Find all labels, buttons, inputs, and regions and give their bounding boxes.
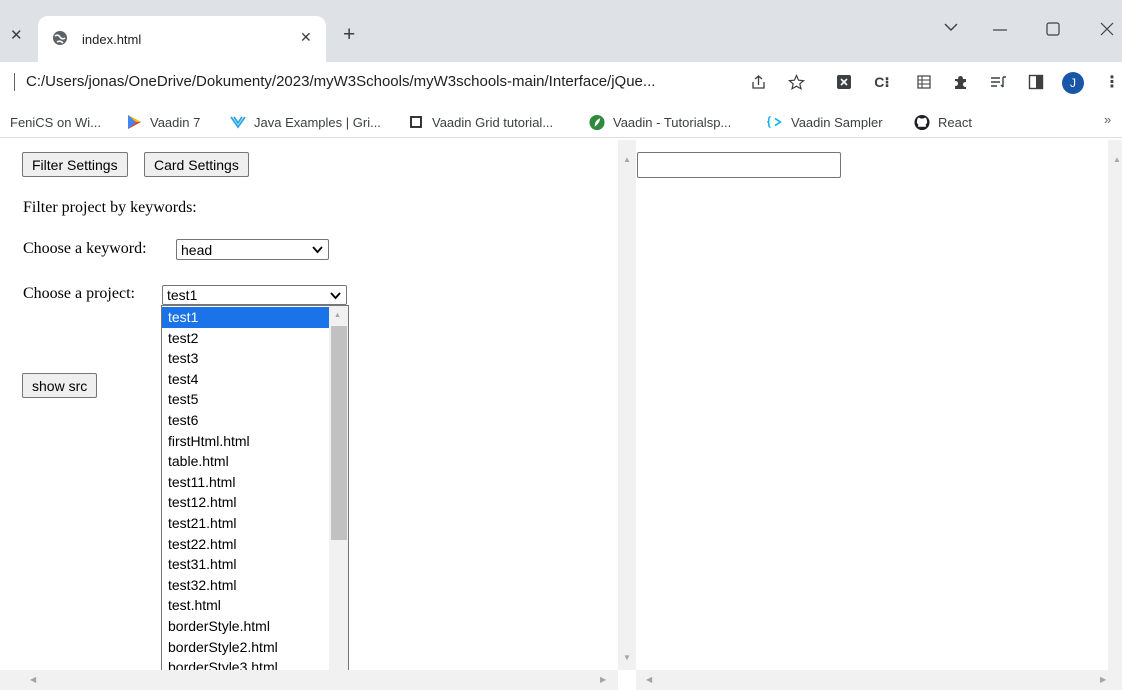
dropdown-option[interactable]: test12.html [162,492,329,513]
card-settings-button[interactable]: Card Settings [144,152,249,177]
bookmarks-overflow-icon[interactable]: » [1104,112,1111,127]
show-src-button[interactable]: show src [22,373,98,398]
dropdown-option[interactable]: test.html [162,595,329,616]
bookmarks-bar: FeniCS on Wi... Vaadin 7 Java Examples |… [0,104,1122,138]
reading-list-icon[interactable] [988,72,1008,92]
globe-icon [53,31,67,45]
right-frame-vertical-scrollbar[interactable]: ▲ [1108,140,1122,670]
side-panel-icon[interactable] [1026,72,1046,92]
project-select-value: test1 [167,287,198,303]
star-icon[interactable] [786,72,806,92]
vaadin-brackets-icon [767,114,783,130]
keyword-label: Choose a keyword: [23,240,147,257]
green-leaf-icon [589,114,605,130]
bookmark-label: Vaadin Sampler [791,114,883,130]
bookmark-label: Vaadin - Tutorialsp... [613,114,732,130]
dropdown-option[interactable]: test2 [162,328,329,349]
bookmark-vaadin-grid[interactable]: Vaadin Grid tutorial... [408,112,553,132]
bookmark-label: Vaadin Grid tutorial... [432,114,554,130]
bookmark-tutorialspoint[interactable]: Vaadin - Tutorialsp... [589,112,731,132]
bookmark-label: Java Examples | Gri... [254,114,381,130]
play-store-icon [126,114,142,130]
extension-sheet-icon[interactable] [914,72,934,92]
puzzle-icon[interactable] [950,72,970,92]
bookmark-fenics[interactable]: FeniCS on Wi... [10,112,101,132]
filter-settings-button[interactable]: Filter Settings [22,152,128,177]
scroll-up-icon[interactable]: ▲ [334,312,341,319]
close-icon[interactable]: ✕ [10,28,23,43]
bookmark-java-examples[interactable]: Java Examples | Gri... [230,112,381,132]
bookmark-react[interactable]: React [914,112,972,132]
dropdown-option[interactable]: test6 [162,410,329,431]
extension-x-icon[interactable] [834,72,854,92]
tab-strip: ✕ index.html ✕ + [0,0,1122,62]
dropdown-option[interactable]: test5 [162,389,329,410]
minimize-icon[interactable] [993,23,1007,38]
github-icon [914,114,930,130]
dropdown-option[interactable]: test32.html [162,575,329,596]
keyword-select[interactable]: head [176,239,329,260]
dropdown-options: test1 test2 test3 test4 test5 test6 firstHtml.… [162,307,329,689]
dropdown-option[interactable]: test3 [162,348,329,369]
chevron-down-icon[interactable] [944,20,958,34]
bookmark-label: FeniCS on Wi... [10,114,102,130]
project-dropdown-list[interactable]: test1 test2 test3 test4 test5 test6 firstHtml.… [161,305,349,690]
scroll-up-icon[interactable]: ▲ [623,156,631,164]
scroll-left-icon[interactable]: ◀ [30,676,36,684]
bookmark-vaadin-7[interactable]: Vaadin 7 [126,112,200,132]
dropdown-option[interactable]: test4 [162,369,329,390]
window-close-icon[interactable] [1100,22,1114,39]
square-icon [408,114,424,130]
bookmark-vaadin-sampler[interactable]: Vaadin Sampler [767,112,883,132]
dropdown-option[interactable]: test11.html [162,472,329,493]
project-label: Choose a project: [23,285,135,302]
address-bar[interactable]: C:/Users/jonas/OneDrive/Dokumenty/2023/m… [26,73,655,90]
scroll-down-icon[interactable]: ▼ [623,654,631,662]
vaadin-v-icon [230,114,246,130]
dropdown-option[interactable]: borderStyle.html [162,616,329,637]
dropdown-option[interactable]: test31.html [162,554,329,575]
dropdown-option[interactable]: test1 [162,307,329,328]
scroll-up-icon[interactable]: ▲ [1113,156,1121,164]
right-frame-horizontal-scrollbar[interactable]: ◀ [636,670,1108,690]
new-tab-icon[interactable]: + [343,24,355,45]
profile-avatar[interactable]: J [1062,72,1084,94]
scroll-right-icon[interactable]: ▶ [600,676,606,684]
right-frame-input[interactable] [637,152,841,178]
share-icon[interactable] [748,72,768,92]
scrollbar-corner: ▶ [1100,670,1122,690]
dropdown-option[interactable]: table.html [162,451,329,472]
dropdown-option[interactable]: test21.html [162,513,329,534]
filter-heading: Filter project by keywords: [23,199,197,216]
dropdown-scrollbar-thumb[interactable] [331,326,347,540]
dropdown-option[interactable]: firstHtml.html [162,431,329,452]
chevron-down-icon [330,292,341,300]
keyword-select-value: head [181,241,213,258]
left-frame-vertical-scrollbar[interactable]: ▲ ▼ [618,140,636,670]
maximize-icon[interactable] [1046,22,1060,39]
tab-title: index.html [82,32,142,47]
right-frame [636,140,1110,670]
extension-c-icon[interactable]: C⁝ [872,72,892,92]
project-select[interactable]: test1 [162,285,347,305]
tab-close-icon[interactable]: ✕ [300,30,312,44]
bookmark-label: Vaadin 7 [150,114,201,130]
bookmark-label: React [938,114,972,130]
scroll-left-icon[interactable]: ◀ [646,676,652,684]
address-toolbar: C:/Users/jonas/OneDrive/Dokumenty/2023/m… [0,62,1122,104]
chevron-down-icon [312,246,323,254]
left-frame-horizontal-scrollbar[interactable]: ◀ ▶ [0,670,618,690]
address-divider [14,73,15,91]
dropdown-option[interactable]: test22.html [162,534,329,555]
browser-tab[interactable]: index.html ✕ [38,16,326,62]
menu-icon[interactable]: ⋮ [1102,72,1122,92]
dropdown-option[interactable]: borderStyle2.html [162,637,329,658]
scroll-right-icon[interactable]: ▶ [1100,676,1106,684]
